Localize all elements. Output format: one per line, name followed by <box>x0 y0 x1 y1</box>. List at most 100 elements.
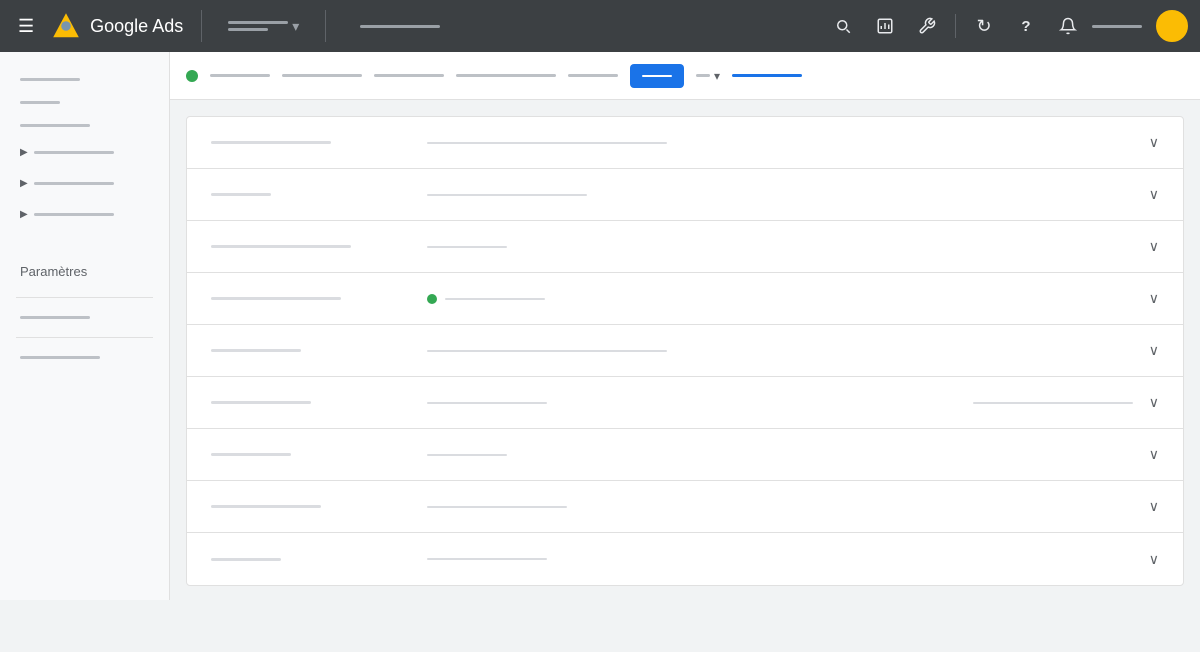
sidebar: ▶ ▶ ▶ Paramètres <box>0 52 170 600</box>
row-5-left <box>211 349 411 352</box>
main-layout: ▶ ▶ ▶ Paramètres <box>0 52 1200 600</box>
row-4-center <box>427 294 1133 304</box>
filter-active-item[interactable] <box>630 64 684 88</box>
main-content: ▾ ∨ <box>170 52 1200 600</box>
campaign-bar-2 <box>228 28 268 31</box>
row-6-center <box>427 402 957 404</box>
filter-item-1[interactable] <box>210 74 270 77</box>
row-6-expand-icon[interactable]: ∨ <box>1149 394 1159 411</box>
help-icon[interactable]: ? <box>1008 8 1044 44</box>
nav-right-section: ↻ ? <box>825 8 1188 44</box>
table-row[interactable]: ∨ <box>187 533 1183 585</box>
row-8-title-bar <box>211 505 321 508</box>
row-2-left <box>211 193 411 196</box>
google-ads-logo-icon <box>50 10 82 42</box>
filter-item-3[interactable] <box>374 74 444 77</box>
sidebar-divider-1 <box>16 297 153 298</box>
sidebar-chevron-5-icon: ▶ <box>20 178 28 189</box>
row-8-left <box>211 505 411 508</box>
row-6-title-bar <box>211 401 311 404</box>
filter-item-2[interactable] <box>282 74 362 77</box>
row-3-expand-icon[interactable]: ∨ <box>1149 238 1159 255</box>
sidebar-spacer <box>0 230 169 254</box>
row-8-expand-icon[interactable]: ∨ <box>1149 498 1159 515</box>
campaign-bar-1 <box>228 21 288 24</box>
tools-icon[interactable] <box>909 8 945 44</box>
sidebar-bar-2 <box>20 101 60 104</box>
row-7-expand-icon[interactable]: ∨ <box>1149 446 1159 463</box>
filter-bar-blue[interactable] <box>732 74 802 77</box>
table-row[interactable]: ∨ <box>187 117 1183 169</box>
user-avatar[interactable] <box>1156 10 1188 42</box>
row-2-title-bar <box>211 193 271 196</box>
filter-item-4[interactable] <box>456 74 556 77</box>
sidebar-bar-4 <box>34 151 114 154</box>
sidebar-chevron-4-icon: ▶ <box>20 147 28 158</box>
filter-active-bar <box>642 75 672 77</box>
sidebar-bar-3 <box>20 124 90 127</box>
row-7-center-bar <box>427 454 507 456</box>
row-2-expand-icon[interactable]: ∨ <box>1149 186 1159 203</box>
row-7-center <box>427 454 1133 456</box>
row-5-title-bar <box>211 349 301 352</box>
nav-search-bar[interactable] <box>360 25 440 28</box>
row-8-center-bar <box>427 506 567 508</box>
sidebar-bar-7 <box>20 316 90 319</box>
table-row[interactable]: ∨ <box>187 273 1183 325</box>
row-8-center <box>427 506 1133 508</box>
campaign-selector[interactable]: ▾ <box>220 14 307 39</box>
nav-divider-3 <box>955 14 956 38</box>
table-row[interactable]: ∨ <box>187 221 1183 273</box>
row-4-center-bar <box>445 298 545 300</box>
row-5-center <box>427 350 1133 352</box>
row-4-left <box>211 297 411 300</box>
filter-dropdown[interactable]: ▾ <box>696 69 720 83</box>
row-5-expand-icon[interactable]: ∨ <box>1149 342 1159 359</box>
sidebar-item-2[interactable] <box>0 91 169 114</box>
filter-dropdown-chevron-icon: ▾ <box>714 69 720 83</box>
row-3-center <box>427 246 1133 248</box>
notifications-icon[interactable] <box>1050 8 1086 44</box>
refresh-icon[interactable]: ↻ <box>966 8 1002 44</box>
sidebar-item-6[interactable]: ▶ <box>0 199 169 230</box>
settings-table: ∨ ∨ ∨ <box>186 116 1184 586</box>
table-row[interactable]: ∨ <box>187 325 1183 377</box>
row-4-title-bar <box>211 297 341 300</box>
row-9-left <box>211 558 411 561</box>
row-7-title-bar <box>211 453 291 456</box>
sidebar-item-8[interactable] <box>0 346 169 369</box>
row-5-center-bar <box>427 350 667 352</box>
sidebar-bar-6 <box>34 213 114 216</box>
sidebar-divider-2 <box>16 337 153 338</box>
sidebar-bar-5 <box>34 182 114 185</box>
row-2-center-bar <box>427 194 587 196</box>
sidebar-item-7[interactable] <box>0 306 169 329</box>
row-2-center <box>427 194 1133 196</box>
row-1-title-bar <box>211 141 331 144</box>
table-row[interactable]: ∨ <box>187 169 1183 221</box>
row-4-expand-icon[interactable]: ∨ <box>1149 290 1159 307</box>
hamburger-menu-icon[interactable]: ☰ <box>12 10 40 43</box>
filter-bar: ▾ <box>170 52 1200 100</box>
app-logo: Google Ads <box>50 10 183 42</box>
row-4-status-dot <box>427 294 437 304</box>
reports-icon[interactable] <box>867 8 903 44</box>
row-1-expand-icon[interactable]: ∨ <box>1149 134 1159 151</box>
row-9-expand-icon[interactable]: ∨ <box>1149 551 1159 568</box>
filter-status-dot <box>186 70 198 82</box>
filter-item-5[interactable] <box>568 74 618 77</box>
sidebar-item-4[interactable]: ▶ <box>0 137 169 168</box>
sidebar-item-1[interactable] <box>0 68 169 91</box>
table-row[interactable]: ∨ <box>187 481 1183 533</box>
row-3-center-bar <box>427 246 507 248</box>
search-icon[interactable] <box>825 8 861 44</box>
nav-divider-1 <box>201 10 202 42</box>
row-7-left <box>211 453 411 456</box>
table-row[interactable]: ∨ <box>187 377 1183 429</box>
app-name: Google Ads <box>90 16 183 37</box>
nav-divider-2 <box>325 10 326 42</box>
table-row[interactable]: ∨ <box>187 429 1183 481</box>
sidebar-item-3[interactable] <box>0 114 169 137</box>
sidebar-item-5[interactable]: ▶ <box>0 168 169 199</box>
account-name-bar <box>1092 25 1142 28</box>
